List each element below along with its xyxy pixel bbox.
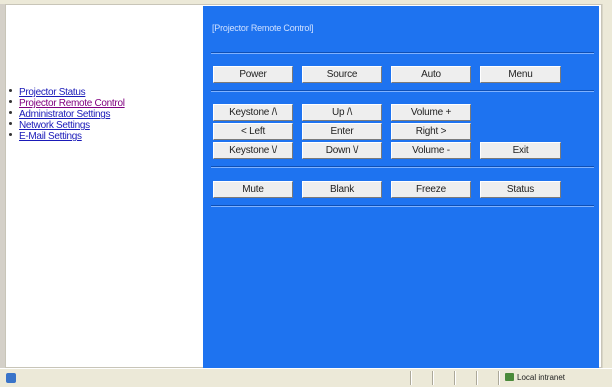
divider-lower	[211, 166, 594, 168]
status-separator	[498, 371, 500, 385]
status-separator	[454, 371, 456, 385]
source-button[interactable]: Source	[302, 66, 382, 83]
divider-top	[211, 52, 594, 54]
page-title: [Projector Remote Control]	[212, 23, 314, 33]
blank-button[interactable]: Blank	[302, 181, 382, 198]
nav-item-administrator-settings: Administrator Settings	[5, 107, 195, 120]
freeze-button[interactable]: Freeze	[391, 181, 471, 198]
right-button[interactable]: Right >	[391, 123, 471, 140]
status-separator	[476, 371, 478, 385]
enter-button[interactable]: Enter	[302, 123, 382, 140]
down-button[interactable]: Down \/	[302, 142, 382, 159]
auto-button[interactable]: Auto	[391, 66, 471, 83]
keystone-up-button[interactable]: Keystone /\	[213, 104, 293, 121]
nav-item-projector-remote-control: Projector Remote Control	[5, 96, 195, 109]
exit-button[interactable]: Exit	[480, 142, 561, 159]
security-zone-label: Local intranet	[517, 373, 566, 382]
divider-bottom	[211, 205, 594, 207]
nav-item-email-settings: E-Mail Settings	[5, 129, 195, 142]
status-separator	[410, 371, 412, 385]
nav-menu: Projector Status Projector Remote Contro…	[5, 85, 195, 142]
status-bar: Local intranet	[0, 368, 612, 387]
nav-link-email-settings[interactable]: E-Mail Settings	[19, 131, 82, 142]
remote-control-panel: [Projector Remote Control] Power Source …	[203, 6, 599, 368]
divider-middle	[211, 90, 594, 92]
up-button[interactable]: Up /\	[302, 104, 382, 121]
nav-item-projector-status: Projector Status	[5, 85, 195, 98]
security-zone: Local intranet	[505, 373, 565, 382]
status-button[interactable]: Status	[480, 181, 561, 198]
intranet-icon	[505, 373, 514, 381]
power-button[interactable]: Power	[213, 66, 293, 83]
volume-down-button[interactable]: Volume -	[391, 142, 471, 159]
menu-button[interactable]: Menu	[480, 66, 561, 83]
volume-up-button[interactable]: Volume +	[391, 104, 471, 121]
nav-item-network-settings: Network Settings	[5, 118, 195, 131]
status-separator	[432, 371, 434, 385]
keystone-down-button[interactable]: Keystone \/	[213, 142, 293, 159]
mute-button[interactable]: Mute	[213, 181, 293, 198]
vertical-scrollbar[interactable]	[602, 4, 612, 368]
page-icon	[6, 373, 16, 383]
left-button[interactable]: < Left	[213, 123, 293, 140]
